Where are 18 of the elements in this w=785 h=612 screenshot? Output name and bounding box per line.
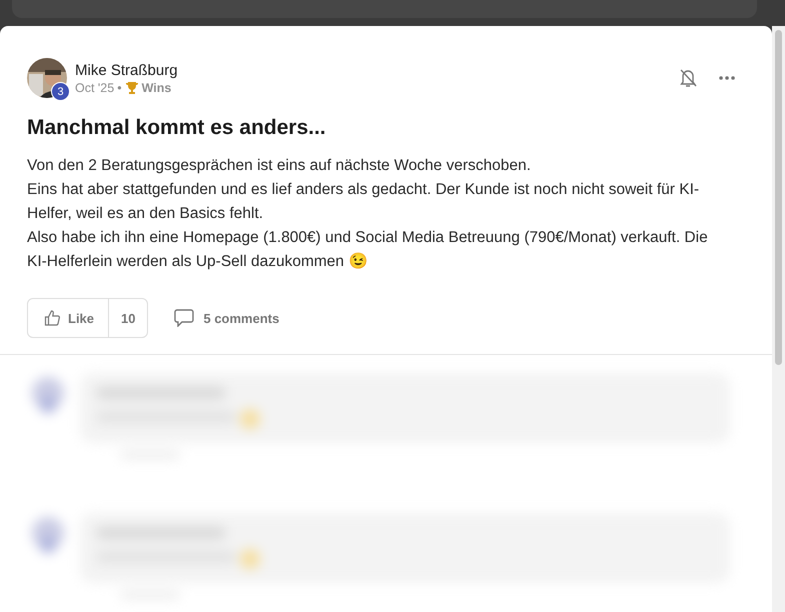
bell-off-icon[interactable] [679, 68, 697, 88]
like-count: 10 [120, 310, 136, 328]
thumbs-up-icon [44, 310, 60, 326]
post-date: Oct '25 [75, 80, 114, 94]
comments-link[interactable]: 5 comments [174, 309, 280, 327]
author-name[interactable]: Mike Straßburg [75, 62, 671, 78]
speech-bubble-icon [174, 309, 194, 327]
separator: • [117, 80, 122, 94]
level-badge: 3 [51, 82, 70, 101]
post-text: Also habe ich ihn eine Homepage (1.800€) und Social Media Betreuung (790€/Monat) verkauft. Die KI-Helferlein werden als Up-Sell dazukommen 😉 [27, 228, 709, 272]
post-title: Manchmal kommt es anders... [27, 116, 327, 140]
like-button[interactable]: Like [28, 299, 110, 337]
scrollbar-thumb[interactable] [775, 30, 782, 365]
post-text: Von den 2 Beratungsgesprächen ist eins auf nächste Woche verschoben. [27, 156, 532, 176]
trophy-icon [124, 80, 139, 94]
post-text: Eins hat aber stattgefunden und es lief anders als gedacht. Der Kunde ist noch nicht soweit für KI-Helfer, weil es an den Basics fehlt. [27, 180, 700, 224]
category-label[interactable]: Wins [142, 80, 172, 94]
more-icon[interactable] [719, 76, 735, 80]
